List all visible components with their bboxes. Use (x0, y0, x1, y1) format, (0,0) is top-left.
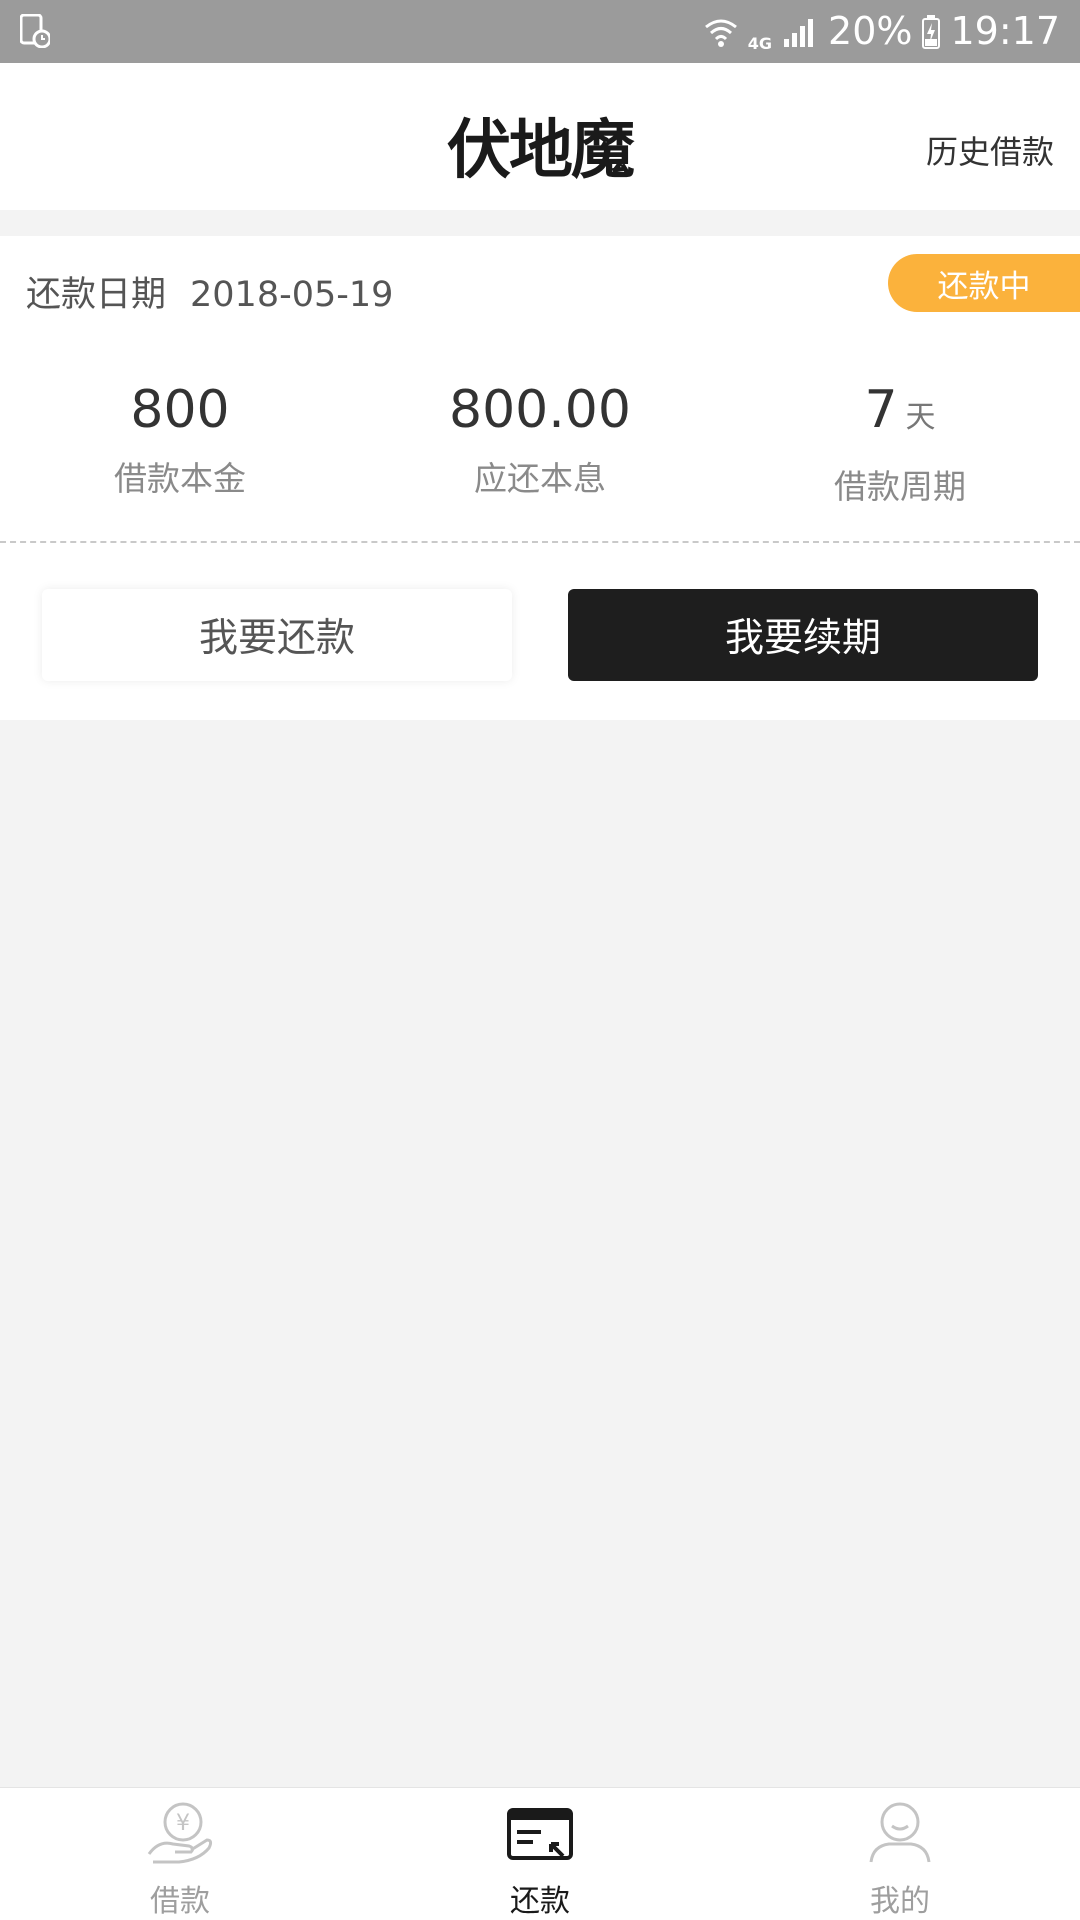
loan-period-unit: 天 (905, 400, 936, 435)
signal-icon (784, 18, 814, 47)
amount-due-label: 应还本息 (474, 459, 606, 498)
status-badge: 还款中 (888, 254, 1080, 312)
renew-button[interactable]: 我要续期 (568, 589, 1038, 681)
battery-percent: 20% (828, 9, 913, 53)
nav-item-borrow[interactable]: ¥ 借款 (0, 1788, 360, 1920)
history-loans-link[interactable]: 历史借款 (926, 127, 1054, 173)
stat-loan-period: 7天 借款周期 (720, 376, 1080, 508)
nav-label-mine: 我的 (870, 1884, 930, 1919)
battery-charging-icon (922, 14, 941, 49)
app-logo: 伏地魔 (447, 114, 635, 188)
clock: 19:17 (950, 9, 1060, 53)
repayment-date-label: 还款日期 (26, 275, 167, 315)
card-repay-icon (507, 1808, 573, 1860)
loan-period-label: 借款周期 (834, 467, 966, 506)
nav-label-repay: 还款 (510, 1884, 570, 1919)
nav-label-borrow: 借款 (150, 1884, 210, 1919)
principal-value: 800 (130, 380, 230, 440)
repayment-card: 还款日期 2018-05-19 还款中 800 借款本金 800.00 应还本息 … (0, 236, 1080, 720)
hand-yuan-icon: ¥ (147, 1802, 213, 1864)
screen-record-icon (20, 14, 50, 48)
app-header: 伏地魔 历史借款 (0, 63, 1080, 210)
nav-item-mine[interactable]: 我的 (720, 1788, 1080, 1920)
repayment-date-value: 2018-05-19 (190, 275, 394, 315)
stat-amount-due: 800.00 应还本息 (360, 376, 720, 500)
loan-stats: 800 借款本金 800.00 应还本息 7天 借款周期 (0, 376, 1080, 506)
nav-item-repay[interactable]: 还款 (360, 1788, 720, 1920)
bottom-nav: ¥ 借款 还款 我的 (0, 1787, 1080, 1920)
repay-button[interactable]: 我要还款 (42, 589, 512, 681)
wifi-icon (704, 19, 737, 47)
status-bar: 4G 20% 19:17 (0, 0, 1080, 63)
stat-principal: 800 借款本金 (0, 376, 360, 500)
repayment-date-row: 还款日期 2018-05-19 (26, 266, 393, 317)
principal-label: 借款本金 (114, 459, 246, 498)
amount-due-value: 800.00 (449, 380, 631, 440)
dashed-divider (0, 541, 1080, 543)
app-screen: 4G 20% 19:17 伏地魔 历史借款 还款日期 2018-05-19 还款… (0, 0, 1080, 1920)
svg-text:¥: ¥ (176, 1811, 190, 1836)
loan-period-value: 7天 (864, 380, 936, 440)
user-icon (869, 1802, 931, 1863)
